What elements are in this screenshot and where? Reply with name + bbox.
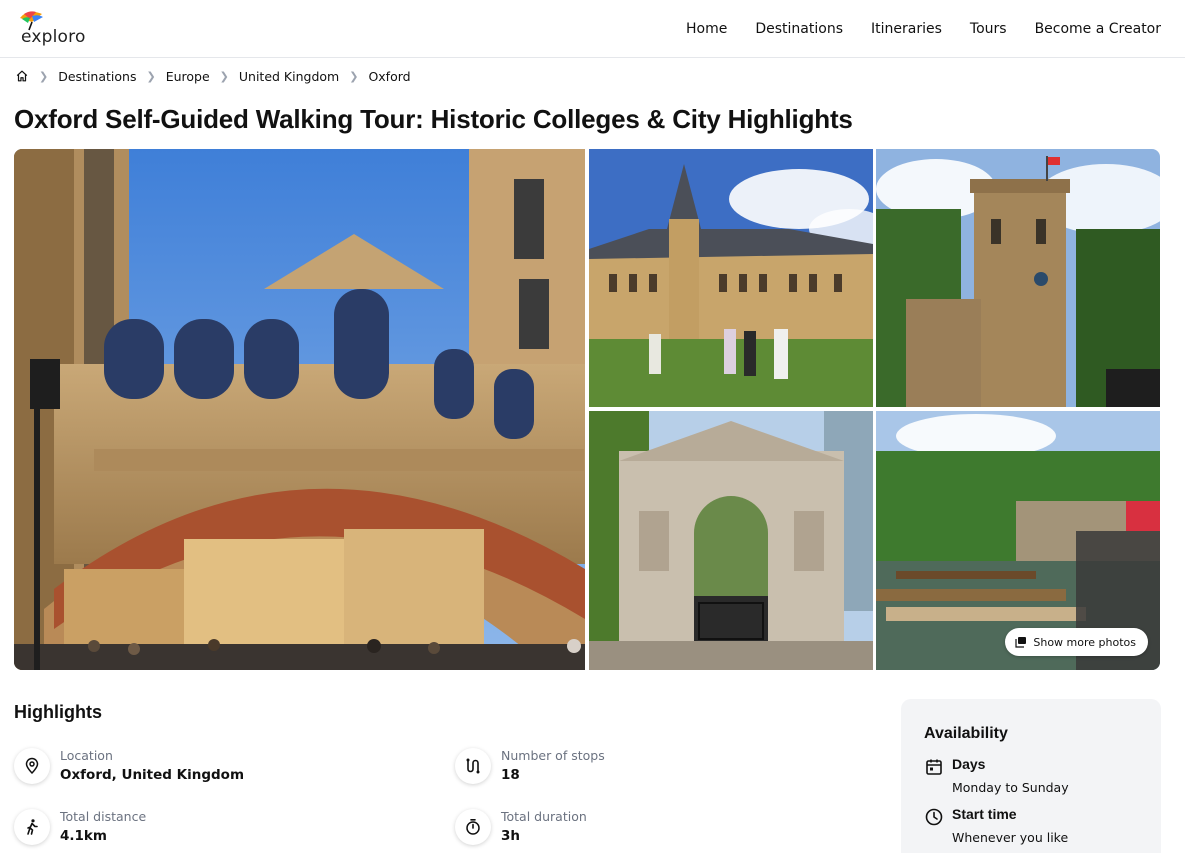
highlight-distance: Total distance 4.1km [14,809,414,853]
highlight-duration-label: Total duration [501,809,587,824]
nav-tours[interactable]: Tours [970,21,1007,37]
gallery-photo-3[interactable] [876,149,1160,407]
photos-icon [1015,637,1027,648]
days-label: Days [952,756,986,772]
highlight-stops: Number of stops 18 [455,748,855,792]
breadcrumb: ❯ Destinations ❯ Europe ❯ United Kingdom… [15,66,411,86]
gallery-photo-4[interactable] [589,411,873,670]
nav-itineraries[interactable]: Itineraries [871,21,942,37]
highlight-location-value: Oxford, United Kingdom [60,767,245,783]
breadcrumb-europe[interactable]: Europe [166,69,210,84]
home-icon[interactable] [15,69,29,83]
photo-gallery: Show more photos [14,149,1160,670]
breadcrumb-oxford[interactable]: Oxford [368,69,410,84]
brand-logo[interactable]: exploro [16,8,96,50]
highlight-distance-value: 4.1km [60,828,107,844]
highlight-duration-value: 3h [501,828,521,844]
highlight-location-label: Location [60,748,113,763]
chevron-right-icon: ❯ [349,69,359,83]
location-pin-icon [14,748,50,784]
days-value: Monday to Sunday [952,780,1069,795]
gallery-photo-5[interactable]: Show more photos [876,411,1160,670]
site-header: exploro Home Destinations Itineraries To… [0,0,1185,58]
highlights-title: Highlights [14,702,102,722]
highlight-distance-label: Total distance [60,809,147,824]
start-time-label: Start time [952,806,1017,822]
stopwatch-icon [455,809,491,845]
brand-name: exploro [21,27,86,47]
start-time-value: Whenever you like [952,830,1069,845]
chevron-right-icon: ❯ [219,69,229,83]
highlight-stops-label: Number of stops [501,748,605,763]
show-more-photos-label: Show more photos [1033,635,1136,649]
calendar-icon [926,759,942,775]
show-more-photos-button[interactable]: Show more photos [1005,628,1148,656]
availability-panel: Availability Days Monday to Sunday Start… [901,699,1161,853]
nav-become-creator[interactable]: Become a Creator [1035,21,1161,37]
clock-icon [925,808,943,826]
walking-icon [14,809,50,845]
highlight-duration: Total duration 3h [455,809,855,853]
chevron-right-icon: ❯ [39,69,49,83]
page-title: Oxford Self-Guided Walking Tour: Histori… [14,104,853,134]
availability-title: Availability [924,725,1008,742]
route-icon [455,748,491,784]
breadcrumb-destinations[interactable]: Destinations [58,69,136,84]
highlight-location: Location Oxford, United Kingdom [14,748,414,792]
gallery-photo-2[interactable] [589,149,873,407]
breadcrumb-united-kingdom[interactable]: United Kingdom [239,69,339,84]
chevron-right-icon: ❯ [146,69,156,83]
nav-home[interactable]: Home [686,21,727,37]
highlight-stops-value: 18 [501,767,520,783]
gallery-photo-main[interactable] [14,149,585,670]
nav-destinations[interactable]: Destinations [755,21,843,37]
main-nav: Home Destinations Itineraries Tours Beco… [686,0,1161,57]
